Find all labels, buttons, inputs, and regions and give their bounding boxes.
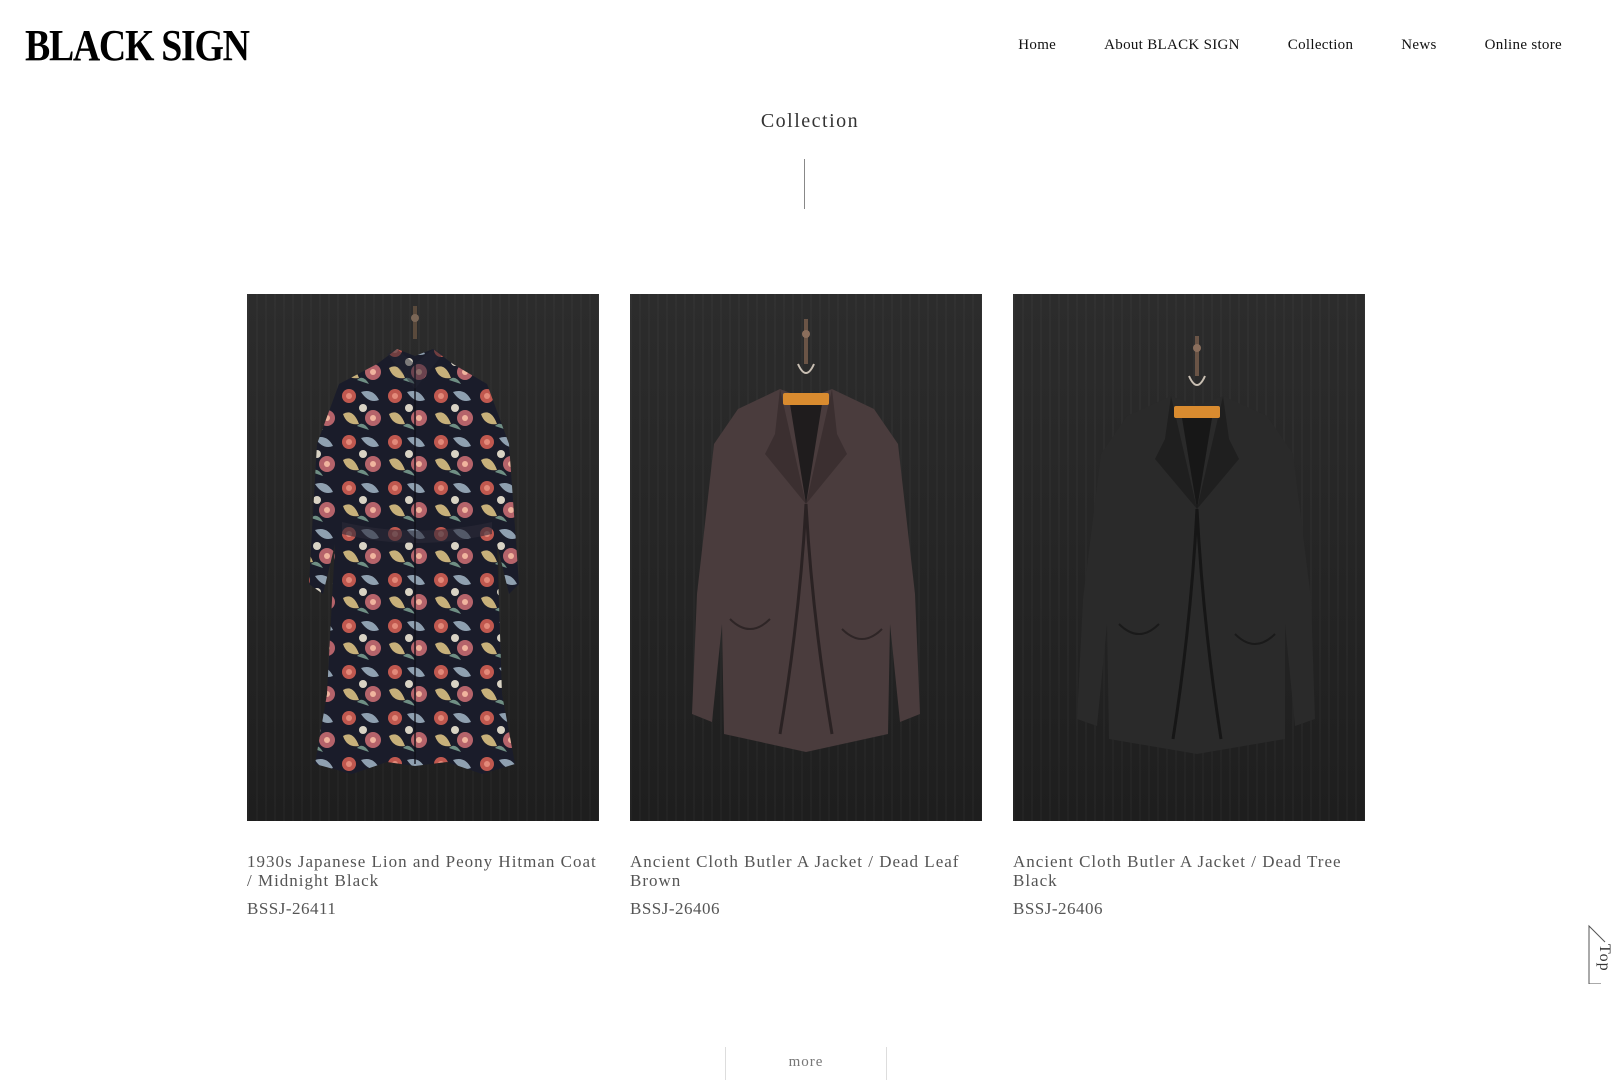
product-code: BSSJ-26406 xyxy=(1013,899,1104,918)
nav-about[interactable]: About BLACK SIGN xyxy=(1104,37,1240,54)
collection-item[interactable]: Ancient Cloth Butler A Jacket / Dead Tre… xyxy=(1013,294,1365,919)
product-name[interactable]: Ancient Cloth Butler A Jacket / Dead Tre… xyxy=(1013,852,1365,890)
product-photo-brown-jacket[interactable] xyxy=(630,294,982,821)
collection-item[interactable]: Ancient Cloth Butler A Jacket / Dead Lea… xyxy=(630,294,982,919)
collection-item[interactable]: 1930s Japanese Lion and Peony Hitman Coa… xyxy=(247,294,599,919)
product-photo-floral-coat[interactable] xyxy=(247,294,599,821)
site-logo[interactable]: BLACK SIGN xyxy=(25,24,250,68)
section-title: Collection xyxy=(760,110,860,132)
product-code: BSSJ-26411 xyxy=(247,899,337,918)
product-photo-black-jacket[interactable] xyxy=(1013,294,1365,821)
product-code: BSSJ-26406 xyxy=(630,899,721,918)
product-name[interactable]: Ancient Cloth Butler A Jacket / Dead Lea… xyxy=(630,852,982,890)
nav-collection[interactable]: Collection xyxy=(1288,37,1354,54)
nav-home[interactable]: Home xyxy=(1018,37,1056,54)
page: BLACK SIGN Home About BLACK SIGN Collect… xyxy=(0,0,1620,1080)
more-button[interactable]: more xyxy=(725,1047,887,1080)
back-to-top-button[interactable]: Top xyxy=(1585,922,1615,984)
product-name[interactable]: 1930s Japanese Lion and Peony Hitman Coa… xyxy=(247,852,599,890)
nav-online-store[interactable]: Online store xyxy=(1485,37,1562,54)
section-divider xyxy=(804,159,805,209)
nav-news[interactable]: News xyxy=(1401,37,1436,54)
top-label: Top xyxy=(1596,944,1613,972)
main-nav: Home About BLACK SIGN Collection News On… xyxy=(1018,37,1562,54)
